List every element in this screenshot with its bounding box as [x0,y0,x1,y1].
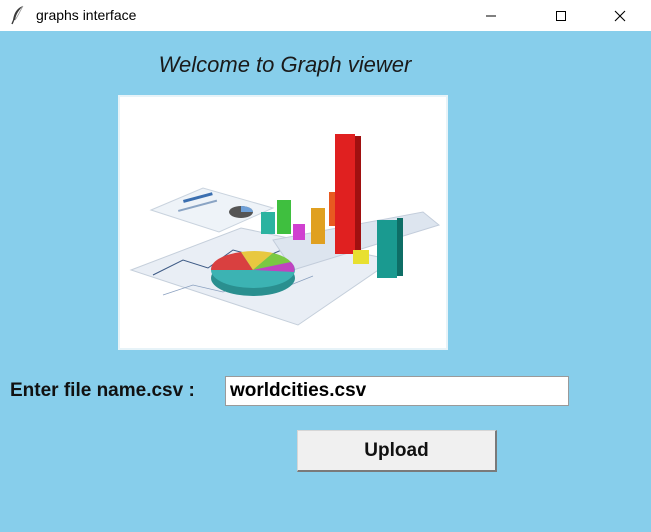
upload-button[interactable]: Upload [297,430,497,472]
title-bar: graphs interface [0,0,651,31]
feather-icon [11,5,24,25]
main-window: Welcome to Graph viewer Enter file name.… [0,31,651,532]
graph-image [118,95,448,350]
file-name-label: Enter file name.csv : [10,380,195,401]
close-button[interactable] [597,0,643,31]
welcome-heading: Welcome to Graph viewer [158,52,412,77]
minimize-button[interactable] [468,0,514,31]
minimize-icon [486,15,496,16]
file-name-input[interactable] [225,376,569,406]
close-icon [614,10,626,21]
maximize-button[interactable] [538,0,584,31]
charts-illustration-icon [129,134,441,326]
maximize-icon [556,10,566,21]
window-title: graphs interface [36,7,137,23]
